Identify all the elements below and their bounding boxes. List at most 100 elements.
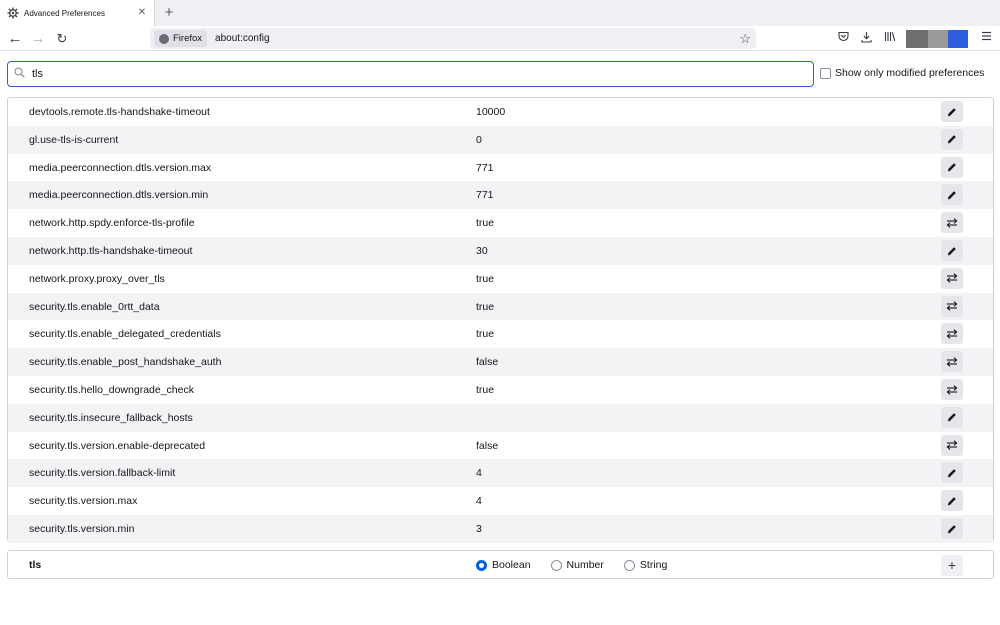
toggle-button[interactable] bbox=[941, 267, 963, 289]
edit-button[interactable] bbox=[941, 518, 963, 539]
pencil-icon bbox=[947, 524, 957, 534]
identity-box[interactable]: Firefox bbox=[154, 30, 208, 47]
toggle-button[interactable] bbox=[941, 212, 963, 234]
close-tab-icon[interactable]: ✕ bbox=[136, 7, 148, 19]
pref-name: security.tls.enable_delegated_credential… bbox=[29, 328, 221, 341]
pencil-icon bbox=[947, 496, 957, 506]
reload-icon[interactable]: ↻ bbox=[52, 29, 72, 49]
tab-advanced-preferences[interactable]: Advanced Preferences ✕ bbox=[0, 0, 155, 26]
toggle-button[interactable] bbox=[941, 323, 963, 345]
pref-value: true bbox=[476, 384, 495, 396]
radio-label: Boolean bbox=[492, 559, 531, 571]
type-radio-string[interactable]: String bbox=[623, 559, 668, 571]
extension-icon[interactable] bbox=[948, 30, 968, 48]
firefox-icon bbox=[159, 33, 169, 44]
pref-name: security.tls.enable_0rtt_data bbox=[29, 300, 160, 313]
toggle-button[interactable] bbox=[941, 379, 963, 400]
library-icon[interactable] bbox=[883, 31, 897, 46]
toggle-button[interactable] bbox=[941, 351, 963, 373]
table-row[interactable]: security.tls.version.max 4 bbox=[8, 487, 993, 515]
pref-value: true bbox=[476, 300, 495, 313]
back-arrow-icon[interactable]: ← bbox=[5, 29, 25, 49]
pref-value: 0 bbox=[476, 133, 482, 146]
pref-value: true bbox=[476, 328, 495, 341]
type-radio-number[interactable]: Number bbox=[550, 559, 604, 571]
table-row[interactable]: devtools.remote.tls-handshake-timeout 100… bbox=[8, 98, 993, 126]
radio-button[interactable] bbox=[550, 559, 562, 571]
downloads-icon[interactable] bbox=[859, 31, 873, 46]
navigation-toolbar: ← → ↻ Firefox about:config ☆ bbox=[0, 26, 1000, 51]
table-row[interactable]: security.tls.version.fallback-limit 4 bbox=[8, 459, 993, 488]
forward-arrow-icon[interactable]: → bbox=[28, 29, 48, 49]
pref-value: 771 bbox=[476, 189, 494, 202]
pref-value: false bbox=[476, 439, 499, 452]
pref-name: network.http.tls-handshake-timeout bbox=[29, 245, 193, 257]
edit-button[interactable] bbox=[941, 490, 963, 512]
pref-value: false bbox=[476, 356, 499, 369]
toggle-arrows-icon bbox=[946, 273, 958, 284]
pref-name: gl.use-tls-is-current bbox=[29, 133, 119, 146]
radio-button[interactable] bbox=[623, 559, 635, 571]
table-row[interactable]: security.tls.enable_post_handshake_auth f… bbox=[8, 348, 993, 376]
menu-hamburger-icon[interactable] bbox=[979, 31, 993, 46]
radio-label: String bbox=[639, 559, 668, 571]
pocket-icon[interactable] bbox=[836, 31, 850, 46]
table-row[interactable]: network.http.spdy.enforce-tls-profile tru… bbox=[8, 209, 993, 237]
table-row[interactable]: media.peerconnection.dtls.version.max 771 bbox=[8, 154, 993, 182]
tab-strip: Advanced Preferences ✕ + bbox=[0, 0, 1000, 26]
pencil-icon bbox=[947, 412, 957, 422]
toggle-button[interactable] bbox=[941, 434, 963, 456]
pencil-icon bbox=[947, 107, 957, 117]
toggle-arrows-icon bbox=[946, 440, 958, 450]
pencil-icon bbox=[947, 246, 957, 256]
pref-name: network.proxy.proxy_over_tls bbox=[29, 272, 165, 285]
pref-name: media.peerconnection.dtls.version.min bbox=[29, 189, 209, 202]
table-row[interactable]: network.http.tls-handshake-timeout 30 bbox=[8, 237, 993, 265]
pref-name: security.tls.insecure_fallback_hosts bbox=[29, 411, 193, 424]
table-row[interactable]: security.tls.enable_delegated_credential… bbox=[8, 320, 993, 348]
pencil-icon bbox=[947, 162, 957, 172]
url-bar[interactable]: Firefox about:config ☆ bbox=[150, 28, 756, 49]
pref-name: security.tls.version.enable-deprecated bbox=[29, 439, 206, 452]
show-modified-toggle[interactable]: Show only modified preferences bbox=[820, 67, 984, 79]
toggle-arrows-icon bbox=[946, 217, 958, 228]
new-tab-button[interactable]: + bbox=[161, 4, 177, 22]
table-row[interactable]: security.tls.version.min 3 bbox=[8, 515, 993, 543]
edit-button[interactable] bbox=[941, 406, 963, 428]
table-row[interactable]: security.tls.version.enable-deprecated fa… bbox=[8, 432, 993, 460]
pref-name: security.tls.version.min bbox=[29, 523, 135, 535]
pencil-icon bbox=[947, 134, 957, 144]
pref-value: 10000 bbox=[476, 106, 506, 118]
new-pref-name: tls bbox=[29, 559, 42, 571]
table-row[interactable]: security.tls.hello_downgrade_check true bbox=[8, 376, 993, 404]
edit-button[interactable] bbox=[941, 240, 963, 261]
pencil-icon bbox=[947, 190, 957, 200]
search-input[interactable] bbox=[32, 68, 792, 80]
table-row[interactable]: security.tls.enable_0rtt_data true bbox=[8, 292, 993, 321]
table-row[interactable]: security.tls.insecure_fallback_hosts bbox=[8, 403, 993, 432]
add-button[interactable]: + bbox=[941, 555, 963, 576]
url-text[interactable]: about:config bbox=[215, 33, 270, 44]
edit-button[interactable] bbox=[941, 462, 963, 484]
identity-label: Firefox bbox=[173, 33, 203, 44]
edit-button[interactable] bbox=[941, 184, 963, 206]
extension-icon[interactable] bbox=[928, 30, 948, 48]
pref-name: network.http.spdy.enforce-tls-profile bbox=[29, 217, 195, 230]
edit-button[interactable] bbox=[941, 128, 963, 150]
search-field[interactable] bbox=[7, 61, 814, 87]
show-modified-label: Show only modified preferences bbox=[835, 67, 985, 79]
extension-icon[interactable] bbox=[906, 30, 928, 48]
add-preference-row: tls Boolean Number String + bbox=[7, 550, 994, 579]
bookmark-star-icon[interactable]: ☆ bbox=[739, 30, 751, 47]
table-row[interactable]: media.peerconnection.dtls.version.min 771 bbox=[8, 181, 993, 210]
show-modified-checkbox[interactable] bbox=[820, 67, 831, 79]
edit-button[interactable] bbox=[941, 156, 963, 178]
edit-button[interactable] bbox=[941, 101, 963, 122]
radio-button[interactable] bbox=[476, 559, 487, 571]
search-icon bbox=[14, 67, 28, 81]
table-row[interactable]: gl.use-tls-is-current 0 bbox=[8, 125, 993, 154]
table-row[interactable]: network.proxy.proxy_over_tls true bbox=[8, 265, 993, 293]
type-radio-boolean[interactable]: Boolean bbox=[476, 559, 531, 571]
pref-value: 30 bbox=[476, 245, 488, 257]
toggle-button[interactable] bbox=[941, 295, 963, 317]
